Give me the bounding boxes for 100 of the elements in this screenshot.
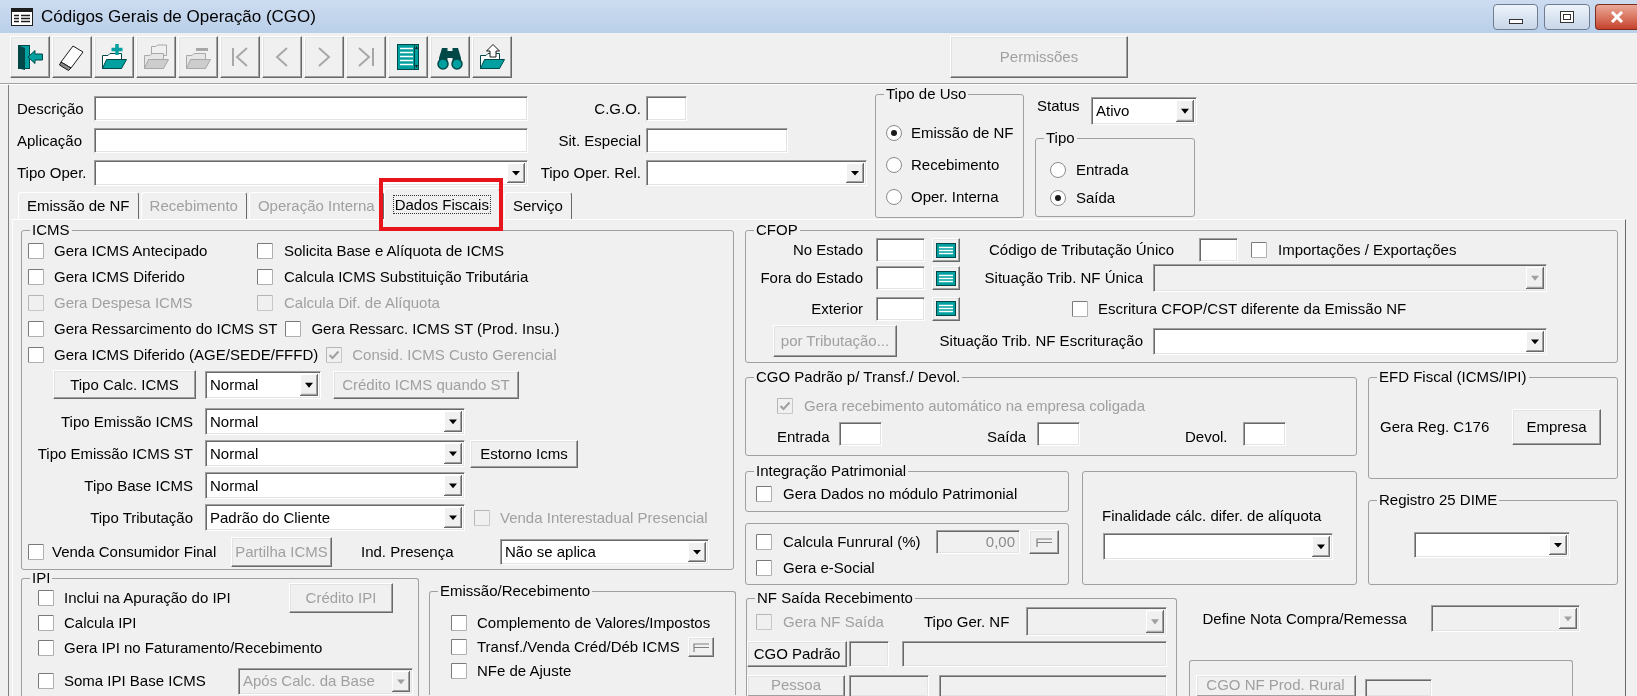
text-field[interactable] <box>876 296 925 321</box>
field-label: Ind. Presença <box>361 543 455 561</box>
checkbox[interactable] <box>756 534 772 550</box>
checkbox[interactable] <box>28 544 44 560</box>
checkbox[interactable] <box>257 269 273 285</box>
folder-plus-icon <box>100 43 128 71</box>
toolbar-button[interactable] <box>52 36 92 78</box>
checkbox[interactable] <box>38 589 54 606</box>
checkbox-label: Calcula Funrural (%) <box>783 533 921 551</box>
checkbox[interactable] <box>451 663 467 679</box>
toolbar-button[interactable] <box>430 36 470 78</box>
dropdown[interactable]: Padrão do Cliente <box>205 504 465 531</box>
dropdown[interactable] <box>646 160 867 186</box>
tab[interactable]: Emissão de NF <box>18 192 139 219</box>
dropdown-arrow-icon <box>1526 330 1544 352</box>
text-field[interactable] <box>876 238 925 262</box>
toolbar-button[interactable] <box>472 36 512 78</box>
text-field[interactable] <box>646 128 788 153</box>
toolbar-button[interactable] <box>10 36 50 78</box>
radio-label: Emissão de NF <box>911 124 1014 142</box>
tab[interactable]: Serviço <box>503 192 572 219</box>
small-button[interactable] <box>687 637 714 657</box>
checkbox[interactable] <box>28 243 44 259</box>
group-title: NF Saída Recebimento <box>756 591 914 605</box>
checkbox[interactable] <box>28 321 44 337</box>
tab[interactable]: Dados Fiscais <box>383 188 500 220</box>
checkbox[interactable] <box>451 615 467 631</box>
list-icon <box>936 242 956 258</box>
text-field[interactable] <box>94 128 528 153</box>
toolbar-button[interactable] <box>388 36 428 78</box>
dropdown-arrow-icon <box>1312 536 1330 557</box>
radio-button[interactable] <box>886 189 902 205</box>
text-field[interactable] <box>94 96 528 121</box>
lookup-button[interactable] <box>932 266 960 290</box>
small-button[interactable] <box>1029 530 1059 554</box>
checkbox-label: Gera NF Saída <box>783 612 884 631</box>
dropdown[interactable] <box>1414 532 1570 558</box>
dropdown[interactable]: Normal <box>205 472 465 499</box>
text-field[interactable] <box>876 266 925 290</box>
checkbox[interactable] <box>28 269 44 285</box>
dropdown-arrow-icon <box>444 507 462 528</box>
text-field[interactable] <box>1243 422 1286 446</box>
radio-button[interactable] <box>1050 190 1066 206</box>
dropdown[interactable] <box>1153 327 1547 355</box>
toolbar-button[interactable] <box>94 36 134 78</box>
dropdown[interactable]: Não se aplica <box>500 539 709 565</box>
dropdown[interactable] <box>94 159 528 186</box>
checkbox-label: Gera Ressarcimento do ICMS ST <box>54 320 278 338</box>
checkbox-label: Escritura CFOP/CST diferente da Emissão NF <box>1098 299 1407 318</box>
calc-type-button[interactable]: Tipo Calc. ICMS <box>53 370 196 399</box>
radio-button[interactable] <box>886 125 902 141</box>
checkbox-label: Gera ICMS Antecipado <box>54 242 208 260</box>
checkbox[interactable] <box>257 243 273 259</box>
checkbox[interactable] <box>756 486 772 502</box>
checkbox-label: Gera Ressarc. ICMS ST (Prod. Insu.) <box>311 320 560 338</box>
text-field[interactable] <box>839 422 882 446</box>
radio-button[interactable] <box>1050 162 1066 178</box>
group-title: Integração Patrimonial <box>755 464 908 478</box>
checkbox[interactable] <box>38 614 54 631</box>
checkbox[interactable] <box>756 560 772 576</box>
dropdown-arrow-icon <box>1549 535 1567 555</box>
field-label: Tipo Emissão ICMS <box>60 412 193 431</box>
radio-button[interactable] <box>886 157 902 173</box>
checkbox[interactable] <box>38 639 54 656</box>
list-icon <box>936 270 956 286</box>
field-label: Sit. Especial <box>557 131 641 150</box>
checkbox[interactable] <box>285 321 302 337</box>
checkbox[interactable] <box>38 673 54 689</box>
text-field[interactable] <box>1037 422 1080 446</box>
field-label: Exterior <box>810 299 863 318</box>
dropdown-arrow-icon <box>444 443 462 464</box>
checkbox-label: Gera e-Social <box>783 559 875 577</box>
checkbox[interactable] <box>28 347 44 363</box>
checkbox[interactable] <box>451 639 467 655</box>
dropdown[interactable]: Normal <box>205 440 465 467</box>
close-button[interactable] <box>1595 4 1637 30</box>
dropdown[interactable]: Normal <box>205 408 465 435</box>
checkbox[interactable] <box>1251 242 1267 258</box>
lookup-button[interactable] <box>932 238 960 262</box>
minimize-button[interactable] <box>1493 4 1538 30</box>
checkbox[interactable] <box>1072 300 1088 317</box>
dropdown[interactable]: Normal <box>205 370 321 399</box>
close-icon <box>1609 11 1624 23</box>
company-button[interactable]: Empresa <box>1512 409 1601 445</box>
checkbox-label: Calcula ICMS Substituição Tributária <box>284 268 529 286</box>
default-cgo-button[interactable]: CGO Padrão <box>747 641 847 667</box>
field-label: Define Nota Compra/Remessa <box>1202 609 1408 628</box>
dropdown[interactable] <box>1103 533 1333 560</box>
field-label: Tipo Ger. NF <box>924 612 1011 631</box>
text-field[interactable] <box>1199 238 1238 262</box>
dropdown-arrow-icon <box>1558 608 1577 629</box>
field-label: Fora do Estado <box>759 269 863 287</box>
reversal-button[interactable]: Estorno Icms <box>470 439 578 468</box>
maximize-icon <box>1560 11 1574 23</box>
group-title: ICMS <box>31 223 71 237</box>
field-label: Finalidade cálc. difer. de alíquota <box>1102 507 1322 524</box>
lookup-button[interactable] <box>932 296 960 321</box>
text-field[interactable] <box>646 96 687 121</box>
dropdown[interactable]: Ativo <box>1091 97 1197 125</box>
maximize-button[interactable] <box>1544 4 1590 30</box>
